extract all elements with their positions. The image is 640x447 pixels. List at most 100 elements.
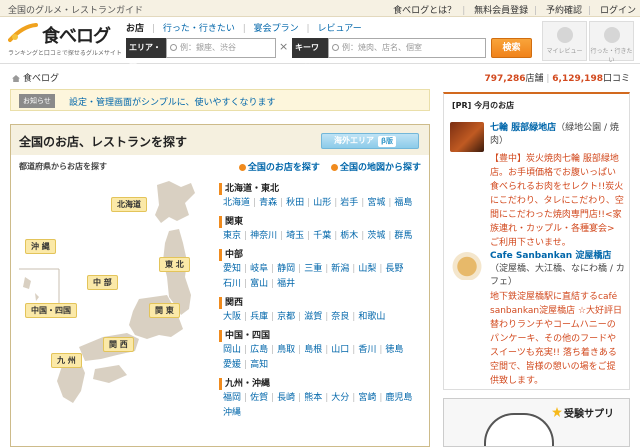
- overseas-label: 海外エリア: [334, 136, 374, 145]
- clear-area-button[interactable]: ×: [279, 40, 288, 53]
- reservation-link[interactable]: 予約確認: [546, 6, 582, 16]
- region-chubu: 中部 愛知 | 岐阜 | 静岡 | 三重 | 新潟 | 山梨 | 長野 石川 | 富山 | 福井: [219, 249, 424, 292]
- separator: |: [271, 312, 275, 322]
- login-link[interactable]: ログイン: [600, 6, 636, 16]
- map-search-link[interactable]: 全国の地図から探す: [340, 163, 421, 173]
- pref-link[interactable]: 鳥取: [277, 345, 295, 355]
- japan-map[interactable]: 北海道 東 北 沖 縄 中 部 関 東 中国・四国 関 西 九 州: [19, 177, 209, 439]
- pref-link[interactable]: 宮城: [367, 198, 385, 208]
- site-stats: 797,286店舗 | 6,129,198口コミ: [484, 74, 630, 84]
- tab-banquet[interactable]: 宴会プラン: [254, 24, 299, 34]
- pref-link[interactable]: 大阪: [223, 312, 241, 322]
- tab-reviewers[interactable]: レビュアー: [317, 24, 361, 34]
- pref-link[interactable]: 山形: [313, 198, 331, 208]
- pref-link[interactable]: 福岡: [223, 393, 241, 403]
- pref-link[interactable]: 山口: [331, 345, 349, 355]
- area-input[interactable]: 例：銀座、渋谷: [166, 38, 276, 58]
- pref-link[interactable]: 佐賀: [250, 393, 268, 403]
- about-link[interactable]: 食べログとは？: [393, 6, 456, 16]
- pref-link[interactable]: 山梨: [358, 264, 376, 274]
- map-kanto[interactable]: 関 東: [149, 303, 180, 318]
- pref-link[interactable]: 青森: [259, 198, 277, 208]
- pref-link[interactable]: 岡山: [223, 345, 241, 355]
- panel-header: 全国のお店、レストランを探す 海外エリア β版: [11, 125, 429, 155]
- pref-link[interactable]: 岐阜: [250, 264, 268, 274]
- pref-link[interactable]: 静岡: [277, 264, 295, 274]
- pref-link[interactable]: 福井: [277, 279, 295, 289]
- pref-link[interactable]: 和歌山: [358, 312, 385, 322]
- pref-link[interactable]: 富山: [250, 279, 268, 289]
- beta-badge: β版: [378, 136, 397, 147]
- pref-link[interactable]: 群馬: [394, 231, 412, 241]
- search-icon: [170, 44, 177, 51]
- pref-link[interactable]: 神奈川: [250, 231, 277, 241]
- pref-link[interactable]: 熊本: [304, 393, 322, 403]
- overseas-area-button[interactable]: 海外エリア β版: [321, 133, 419, 149]
- pref-link[interactable]: 愛媛: [223, 360, 241, 370]
- pr-title: [PR] 今月のお店: [452, 101, 515, 110]
- pref-link[interactable]: 北海道: [223, 198, 250, 208]
- shop-name-link[interactable]: Cafe Sanbankan 淀屋橋店: [490, 251, 611, 261]
- site-logo[interactable]: 食べログ ランキングと口コミで探せるグルメサイト: [8, 20, 126, 60]
- top-bar: 全国のグルメ・レストランガイド 食べログとは？ | 無料会員登録 | 予約確認 | ロ…: [0, 0, 640, 17]
- separator: |: [271, 279, 275, 289]
- region-name: 九州・沖縄: [219, 378, 424, 390]
- character-illustration: [484, 413, 554, 446]
- shop-photo[interactable]: [450, 250, 484, 280]
- shop-photo[interactable]: [450, 122, 484, 152]
- pref-link[interactable]: 長野: [385, 264, 403, 274]
- pref-link[interactable]: 茨城: [367, 231, 385, 241]
- map-kansai[interactable]: 関 西: [103, 337, 134, 352]
- pref-link[interactable]: 千葉: [313, 231, 331, 241]
- ad-banner[interactable]: 受験サプリ: [443, 398, 630, 447]
- pref-link[interactable]: 新潟: [331, 264, 349, 274]
- pref-link[interactable]: 岩手: [340, 198, 358, 208]
- all-shops-link[interactable]: 全国のお店を探す: [248, 163, 320, 173]
- map-chubu[interactable]: 中 部: [87, 275, 118, 290]
- map-chugoku-shikoku[interactable]: 中国・四国: [25, 303, 77, 318]
- pref-link[interactable]: 香川: [358, 345, 376, 355]
- pref-link[interactable]: 徳島: [385, 345, 403, 355]
- tab-shops[interactable]: お店: [126, 24, 144, 34]
- breadcrumb-home[interactable]: 食べログ: [23, 74, 59, 84]
- pref-link[interactable]: 石川: [223, 279, 241, 289]
- map-kyushu[interactable]: 九 州: [51, 353, 82, 368]
- region-name: 中部: [219, 249, 424, 261]
- map-okinawa[interactable]: 沖 縄: [25, 239, 56, 254]
- map-tohoku[interactable]: 東 北: [159, 257, 190, 272]
- pref-link[interactable]: 島根: [304, 345, 322, 355]
- shop-name-link[interactable]: 七輪 服部緑地店: [490, 123, 556, 133]
- pref-link[interactable]: 兵庫: [250, 312, 268, 322]
- pref-link[interactable]: 福島: [394, 198, 412, 208]
- pref-link[interactable]: 宮崎: [358, 393, 376, 403]
- pref-link[interactable]: 三重: [304, 264, 322, 274]
- pref-link[interactable]: 愛知: [223, 264, 241, 274]
- pref-link[interactable]: 奈良: [331, 312, 349, 322]
- pref-link[interactable]: 埼玉: [286, 231, 304, 241]
- pref-link[interactable]: 滋賀: [304, 312, 322, 322]
- pref-link[interactable]: 鹿児島: [385, 393, 412, 403]
- pref-link[interactable]: 栃木: [340, 231, 358, 241]
- pref-link[interactable]: 京都: [277, 312, 295, 322]
- pref-link[interactable]: 沖縄: [223, 408, 241, 418]
- map-hokkaido[interactable]: 北海道: [111, 197, 147, 212]
- pref-link[interactable]: 大分: [331, 393, 349, 403]
- pref-link[interactable]: 東京: [223, 231, 241, 241]
- visited-button[interactable]: 行った・行きたい: [589, 21, 634, 64]
- pref-link[interactable]: 長崎: [277, 393, 295, 403]
- pref-link[interactable]: 秋田: [286, 198, 304, 208]
- search-tabs: お店 | 行った・行きたい | 宴会プラン | レビュアー: [126, 21, 367, 35]
- separator: |: [462, 6, 466, 16]
- separator: |: [307, 198, 311, 208]
- my-review-button[interactable]: マイレビュー: [542, 21, 587, 61]
- separator: |: [534, 6, 538, 16]
- prefecture-list: 福岡 | 佐賀 | 長崎 | 熊本 | 大分 | 宮崎 | 鹿児島 沖縄: [219, 391, 424, 421]
- tab-visited[interactable]: 行った・行きたい: [163, 24, 235, 34]
- register-link[interactable]: 無料会員登録: [474, 6, 528, 16]
- pref-link[interactable]: 高知: [250, 360, 268, 370]
- separator: |: [244, 231, 248, 241]
- notice-message[interactable]: 設定・管理画面がシンプルに、使いやすくなります: [69, 95, 275, 108]
- keyword-input[interactable]: 例：焼肉、店名、個室: [328, 38, 486, 58]
- pref-link[interactable]: 広島: [250, 345, 268, 355]
- search-button[interactable]: 検索: [491, 38, 532, 58]
